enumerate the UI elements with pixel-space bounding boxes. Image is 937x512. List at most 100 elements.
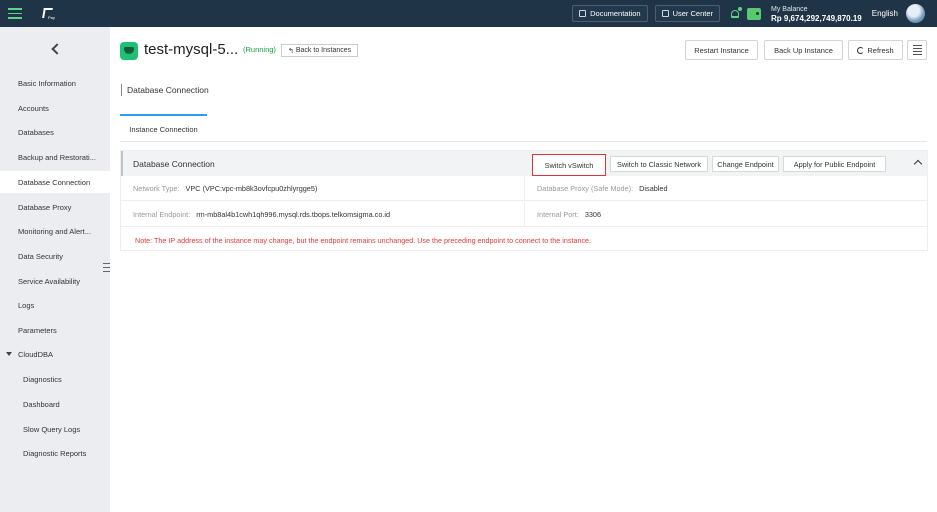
change-endpoint-button[interactable]: Change Endpoint bbox=[712, 156, 779, 172]
database-connection-panel: Database Connection Switch vSwitch Switc… bbox=[120, 150, 928, 251]
avatar[interactable] bbox=[906, 4, 925, 23]
sidebar-item-clouddba[interactable]: CloudDBA bbox=[0, 343, 110, 365]
sidebar-item-parameters[interactable]: Parameters bbox=[0, 319, 110, 341]
sidebar: Basic Information Accounts Databases Bac… bbox=[0, 27, 110, 512]
status-badge: (Running) bbox=[243, 45, 276, 54]
restart-instance-button[interactable]: Restart Instance bbox=[685, 40, 758, 60]
user-center-label: User Center bbox=[672, 9, 713, 18]
internal-endpoint-key: Internal Endpoint: bbox=[133, 210, 191, 219]
internal-port-key: Internal Port: bbox=[537, 210, 579, 219]
instance-name: test-mysql-5... bbox=[144, 41, 239, 58]
sidebar-item-label: Logs bbox=[18, 300, 35, 310]
page-title: Database Connection bbox=[121, 84, 209, 96]
switch-vswitch-label: Switch vSwitch bbox=[544, 160, 594, 170]
internal-endpoint-cell: Internal Endpoint: rm-mb8al4b1cwh1qh996.… bbox=[133, 210, 390, 219]
sidebar-item-label: Monitoring and Alert... bbox=[18, 226, 91, 236]
logo[interactable]: Pay bbox=[42, 6, 58, 22]
sidebar-item-label: Slow Query Logs bbox=[23, 424, 81, 434]
sidebar-item-slow-query-logs[interactable]: Slow Query Logs bbox=[0, 418, 110, 440]
sidebar-item-monitoring[interactable]: Monitoring and Alert... bbox=[0, 220, 110, 242]
sidebar-item-database-proxy[interactable]: Database Proxy bbox=[0, 196, 110, 218]
documentation-label: Documentation bbox=[590, 9, 641, 18]
chevron-up-icon[interactable] bbox=[913, 159, 923, 169]
internal-port-value: 3306 bbox=[584, 210, 602, 219]
endpoint-note: Note: The IP address of the instance may… bbox=[135, 236, 592, 245]
balance[interactable]: My Balance Rp 9,674,292,749,870.19 bbox=[771, 5, 862, 23]
restart-instance-label: Restart Instance bbox=[694, 45, 749, 55]
refresh-label: Refresh bbox=[867, 45, 894, 55]
language-selector[interactable]: English bbox=[872, 9, 898, 18]
sidebar-item-databases[interactable]: Databases bbox=[0, 121, 110, 143]
sidebar-item-service-availability[interactable]: Service Availability bbox=[0, 270, 110, 292]
document-icon bbox=[579, 10, 587, 17]
notification-bell-icon[interactable] bbox=[729, 6, 742, 21]
sidebar-item-label: Parameters bbox=[18, 325, 57, 335]
sidebar-item-label: Service Availability bbox=[18, 276, 80, 286]
database-proxy-key: Database Proxy (Safe Mode): bbox=[537, 184, 634, 193]
apply-public-endpoint-button[interactable]: Apply for Public Endpoint bbox=[783, 156, 886, 172]
user-center-button[interactable]: User Center bbox=[654, 5, 720, 22]
instance-header: test-mysql-5... (Running) ↰ Back to Inst… bbox=[110, 27, 937, 73]
back-up-instance-button[interactable]: Back Up Instance bbox=[764, 40, 843, 60]
sidebar-item-label: Diagnostics bbox=[23, 374, 62, 384]
menu-icon[interactable] bbox=[8, 8, 22, 19]
sidebar-item-label: Database Proxy bbox=[18, 202, 72, 212]
more-menu-button[interactable] bbox=[907, 40, 927, 60]
internal-port-cell: Internal Port: 3306 bbox=[537, 210, 601, 219]
wallet-icon[interactable] bbox=[747, 7, 761, 20]
switch-to-classic-network-label: Switch to Classic Network bbox=[617, 159, 701, 169]
sidebar-item-label: Dashboard bbox=[23, 399, 60, 409]
apply-public-endpoint-label: Apply for Public Endpoint bbox=[793, 159, 876, 169]
network-type-value: VPC (VPC:vpc-mb8k3ovfcpu0zhlyrgge5) bbox=[185, 184, 318, 193]
sidebar-item-label: Database Connection bbox=[18, 177, 91, 187]
sidebar-item-label: Accounts bbox=[18, 103, 49, 113]
sidebar-item-data-security[interactable]: Data Security bbox=[0, 245, 110, 267]
network-type-row: Network Type: VPC (VPC:vpc-mb8k3ovfcpu0z… bbox=[121, 176, 927, 201]
sidebar-item-backup-restoration[interactable]: Backup and Restorati... bbox=[0, 146, 110, 168]
caret-down-icon bbox=[6, 352, 12, 356]
panel-header: Database Connection Switch vSwitch Switc… bbox=[121, 151, 927, 176]
logo-text: Pay bbox=[48, 14, 55, 20]
balance-value: Rp 9,674,292,749,870.19 bbox=[771, 13, 862, 23]
sidebar-item-logs[interactable]: Logs bbox=[0, 294, 110, 316]
mysql-instance-icon bbox=[120, 42, 138, 60]
sidebar-item-label: Databases bbox=[18, 127, 54, 137]
sidebar-item-database-connection[interactable]: Database Connection bbox=[0, 171, 110, 193]
back-to-instances-button[interactable]: ↰ Back to Instances bbox=[281, 44, 359, 57]
tab-divider bbox=[120, 141, 927, 142]
back-arrow-icon: ↰ bbox=[288, 47, 294, 55]
sidebar-item-accounts[interactable]: Accounts bbox=[0, 97, 110, 119]
tab-label: Instance Connection bbox=[129, 124, 198, 134]
sidebar-item-label: Diagnostic Reports bbox=[23, 448, 87, 458]
top-bar-actions: Documentation User Center My Balance Rp … bbox=[572, 0, 937, 27]
change-endpoint-label: Change Endpoint bbox=[717, 159, 774, 169]
sidebar-item-label: Backup and Restorati... bbox=[18, 152, 96, 162]
top-bar: Pay Documentation User Center My Balance… bbox=[0, 0, 937, 27]
switch-to-classic-network-button[interactable]: Switch to Classic Network bbox=[610, 156, 708, 172]
tab-instance-connection[interactable]: Instance Connection bbox=[120, 114, 207, 142]
sidebar-item-diagnostic-reports[interactable]: Diagnostic Reports bbox=[0, 442, 110, 464]
sidebar-item-diagnostics[interactable]: Diagnostics bbox=[0, 368, 110, 390]
main-content: test-mysql-5... (Running) ↰ Back to Inst… bbox=[110, 27, 937, 512]
sidebar-back-button[interactable] bbox=[0, 27, 110, 71]
sidebar-item-label: Data Security bbox=[18, 251, 64, 261]
row-divider bbox=[524, 202, 525, 227]
sidebar-item-label: Basic Information bbox=[18, 78, 76, 88]
refresh-button[interactable]: Refresh bbox=[848, 40, 903, 60]
network-type-cell: Network Type: VPC (VPC:vpc-mb8k3ovfcpu0z… bbox=[133, 184, 317, 193]
list-icon bbox=[912, 45, 922, 55]
user-center-icon bbox=[661, 10, 669, 17]
sidebar-item-dashboard[interactable]: Dashboard bbox=[0, 393, 110, 415]
row-divider bbox=[524, 176, 525, 201]
database-proxy-value: Disabled bbox=[639, 184, 668, 193]
switch-vswitch-button[interactable]: Switch vSwitch bbox=[532, 154, 606, 176]
back-to-instances-label: Back to Instances bbox=[295, 47, 352, 54]
panel-title: Database Connection bbox=[133, 159, 215, 169]
documentation-button[interactable]: Documentation bbox=[572, 5, 648, 22]
sidebar-collapse-icon[interactable] bbox=[103, 263, 110, 272]
database-proxy-cell: Database Proxy (Safe Mode): Disabled bbox=[537, 184, 668, 193]
network-type-key: Network Type: bbox=[133, 184, 180, 193]
refresh-icon bbox=[857, 46, 865, 54]
internal-endpoint-value[interactable]: rm-mb8al4b1cwh1qh996.mysql.rds.tbops.tel… bbox=[196, 210, 390, 219]
sidebar-item-basic-information[interactable]: Basic Information bbox=[0, 72, 110, 94]
